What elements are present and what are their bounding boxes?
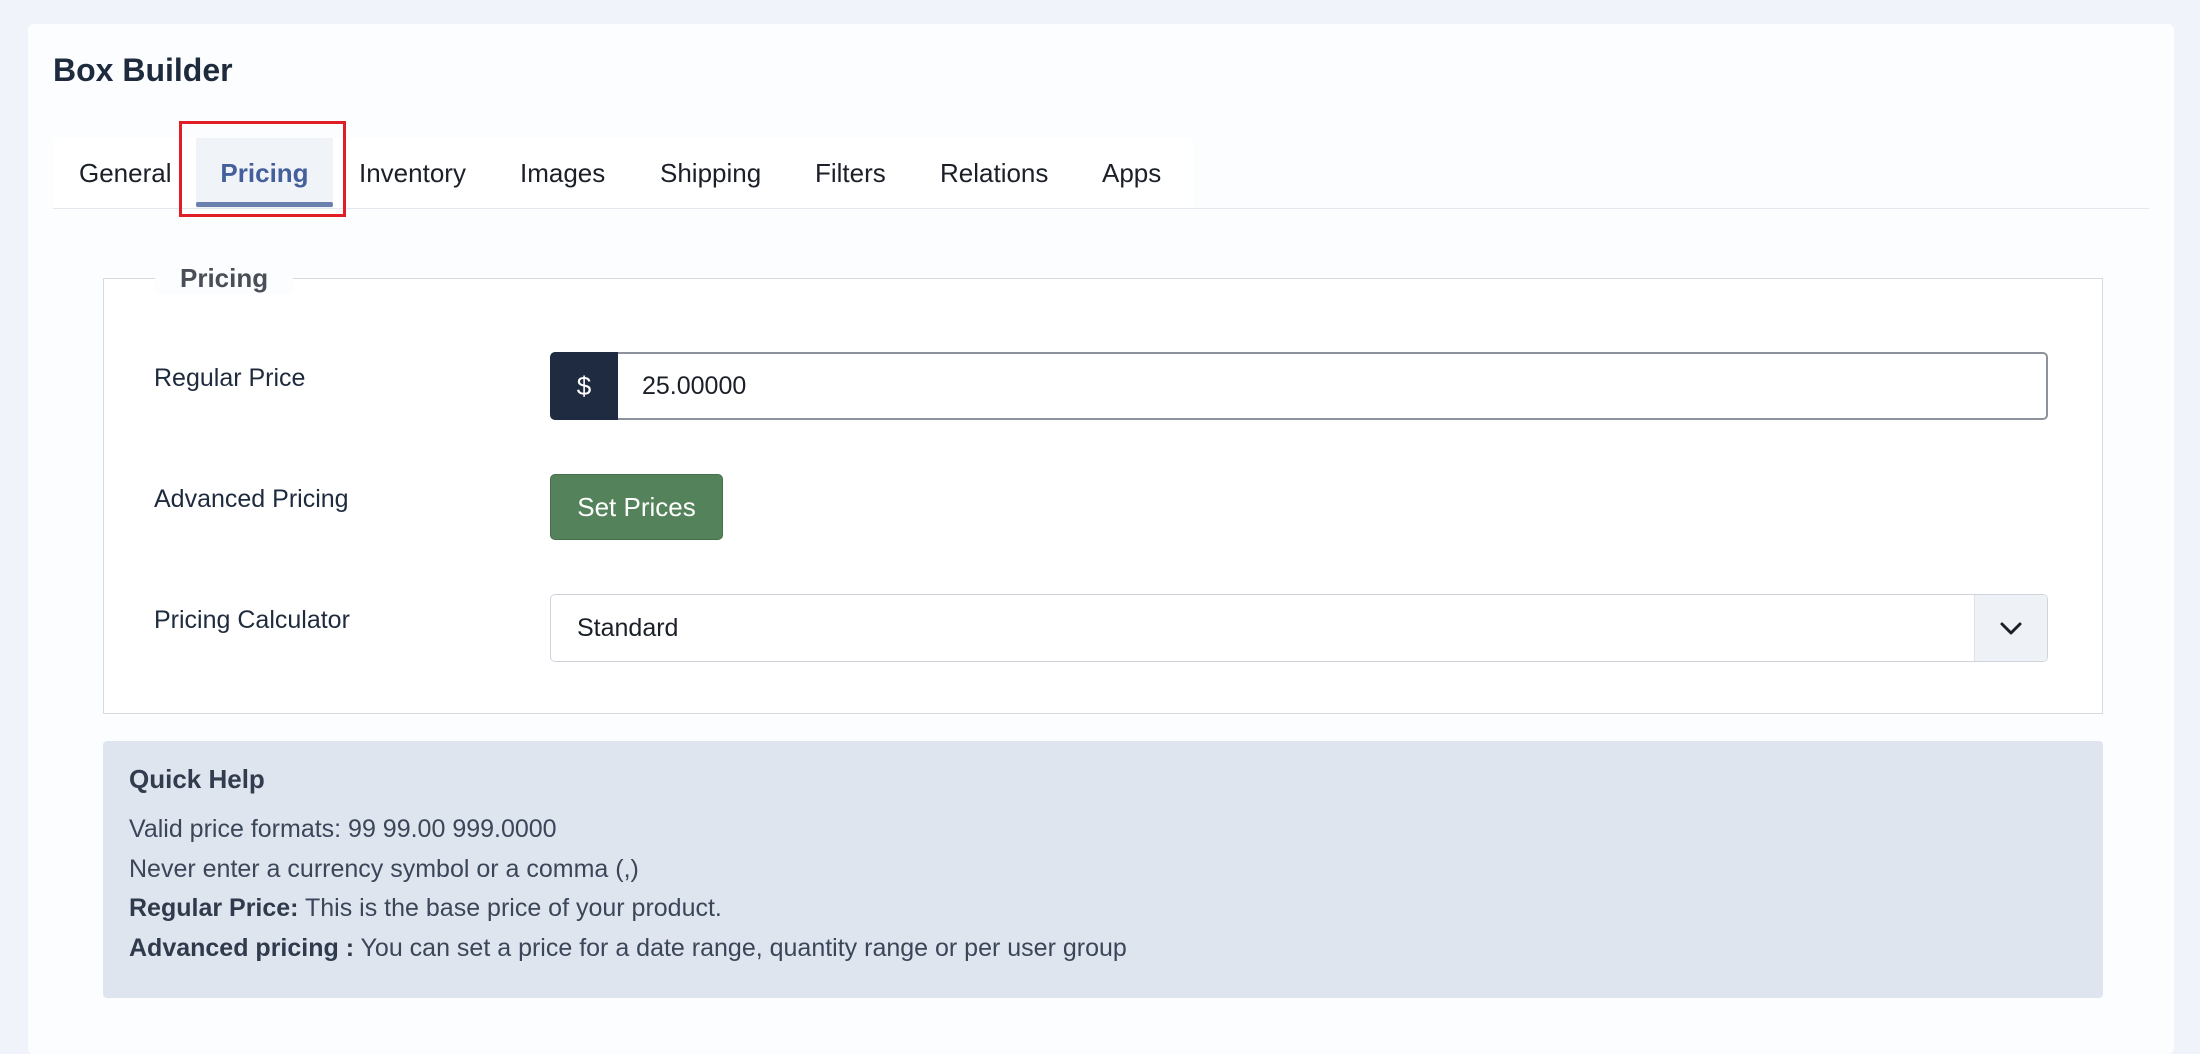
pricing-calculator-value: Standard [577, 614, 679, 642]
quick-help-panel: Quick Help Valid price formats: 99 99.00… [103, 741, 2103, 998]
tab-bar-divider [53, 208, 2149, 209]
help-regular-price-text: This is the base price of your product. [298, 894, 722, 922]
help-advanced-pricing-label: Advanced pricing : [129, 934, 355, 962]
quick-help-title: Quick Help [129, 764, 265, 794]
tab-filters[interactable]: Filters [789, 138, 912, 208]
help-price-formats: Valid price formats: 99 99.00 999.0000 [129, 815, 557, 843]
regular-price-group: $ [550, 352, 2048, 420]
tab-apps[interactable]: Apps [1076, 138, 1187, 208]
tab-inventory[interactable]: Inventory [333, 138, 492, 208]
pricing-calculator-select[interactable]: Standard [550, 594, 2048, 662]
help-advanced-pricing: Advanced pricing : You can set a price f… [129, 932, 1127, 964]
dropdown-toggle[interactable] [1974, 595, 2047, 661]
active-tab-indicator [196, 202, 333, 207]
advanced-pricing-label: Advanced Pricing [154, 485, 349, 513]
chevron-down-icon [2000, 622, 2022, 635]
tab-images[interactable]: Images [494, 138, 631, 208]
regular-price-label: Regular Price [154, 364, 306, 392]
page-title: Box Builder [53, 52, 233, 88]
tab-general[interactable]: General [53, 138, 198, 208]
set-prices-button[interactable]: Set Prices [550, 474, 723, 540]
regular-price-input[interactable] [618, 352, 2048, 420]
tab-pricing[interactable]: Pricing [196, 138, 333, 208]
help-regular-price: Regular Price: This is the base price of… [129, 892, 722, 924]
help-advanced-pricing-text: You can set a price for a date range, qu… [354, 934, 1127, 962]
pricing-calculator-label: Pricing Calculator [154, 606, 350, 634]
help-no-currency: Never enter a currency symbol or a comma… [129, 855, 639, 883]
tab-relations[interactable]: Relations [914, 138, 1074, 208]
pricing-legend: Pricing [155, 262, 294, 294]
tab-shipping[interactable]: Shipping [634, 138, 787, 208]
help-regular-price-label: Regular Price: [129, 894, 299, 922]
currency-symbol: $ [550, 352, 618, 420]
